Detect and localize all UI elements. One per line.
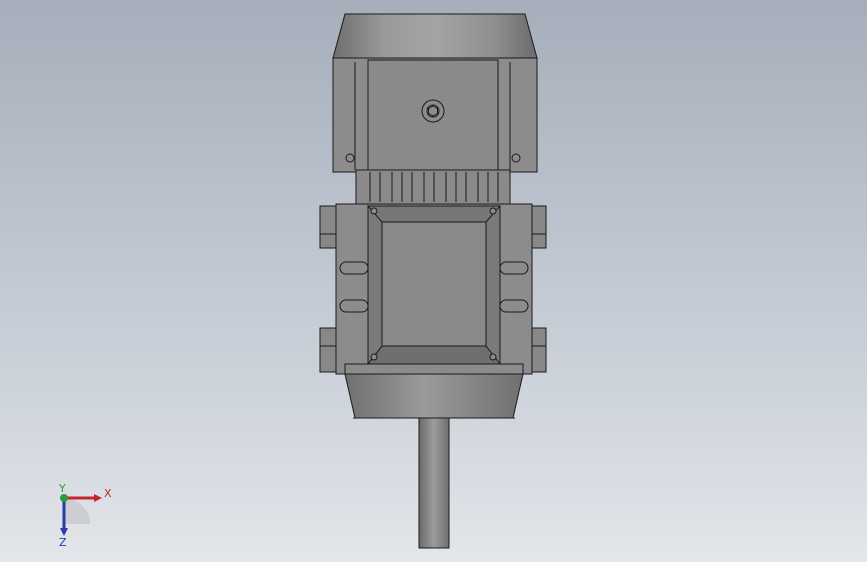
output-shaft [418,417,450,549]
flange-bolt-tl [370,207,378,215]
bearing-housing [344,373,524,419]
flange-face [381,221,487,347]
cooling-fins [355,169,511,207]
mounting-lug-bottom-left [319,327,337,373]
x-axis-label: X [104,487,112,500]
slot-right-upper [499,261,529,275]
graphics-viewport[interactable]: X Y Z [0,0,867,562]
gear-motor-model[interactable] [0,0,867,562]
coordinate-triad: X Y Z [58,482,112,549]
mounting-lug-top-right [531,205,547,249]
z-axis-label: Z [59,536,67,549]
mounting-lug-bottom-right [531,327,547,373]
bottom-ring [344,363,524,375]
flange-bolt-bl [370,353,378,361]
flange-bolt-tr [489,207,497,215]
mounting-lug-top-left [319,205,337,249]
slot-right-lower [499,299,529,313]
flange-bolt-br [489,353,497,361]
screw-right [511,153,521,163]
y-axis-label: Y [58,482,66,495]
screw-left [345,153,355,163]
motor-end-cap [332,13,538,59]
slot-left-upper [339,261,369,275]
y-axis [60,494,68,502]
slot-left-lower [339,299,369,313]
